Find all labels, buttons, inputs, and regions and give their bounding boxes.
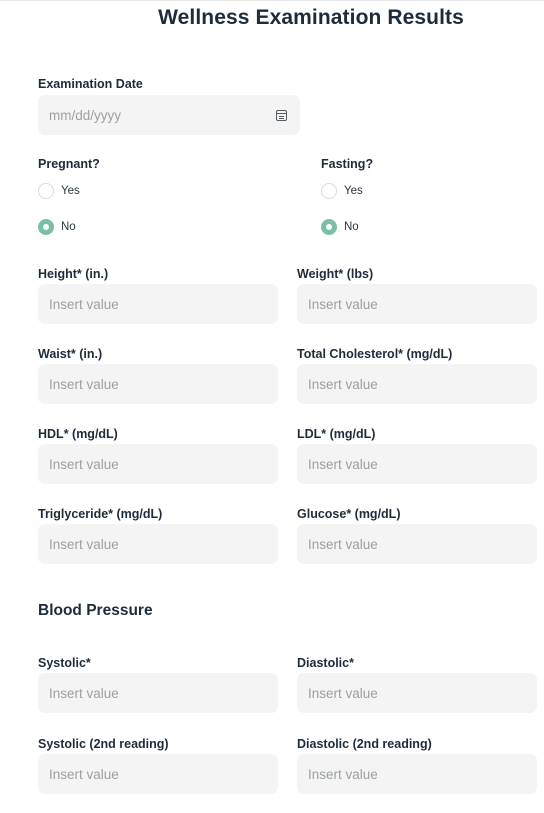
pregnant-label: Pregnant?: [38, 157, 100, 171]
top-divider: [0, 0, 544, 1]
page-title: Wellness Examination Results: [158, 6, 464, 29]
glucose-label: Glucose* (mg/dL): [297, 507, 401, 521]
triglyceride-label: Triglyceride* (mg/dL): [38, 507, 163, 521]
height-input[interactable]: [38, 284, 278, 324]
diastolic-label: Diastolic*: [297, 656, 354, 670]
total-cholesterol-label: Total Cholesterol* (mg/dL): [297, 347, 453, 361]
hdl-input[interactable]: [38, 444, 278, 484]
systolic-label: Systolic*: [38, 656, 91, 670]
pregnant-no-radio[interactable]: [38, 219, 54, 235]
total-cholesterol-input[interactable]: [297, 364, 537, 404]
waist-input[interactable]: [38, 364, 278, 404]
diastolic-2nd-input[interactable]: [297, 754, 537, 794]
pregnant-no-label[interactable]: No: [61, 221, 76, 233]
calendar-icon[interactable]: [276, 110, 287, 121]
hdl-label: HDL* (mg/dL): [38, 427, 118, 441]
weight-label: Weight* (lbs): [297, 267, 374, 281]
ldl-input[interactable]: [297, 444, 537, 484]
fasting-no-radio[interactable]: [321, 219, 337, 235]
glucose-input[interactable]: [297, 524, 537, 564]
height-label: Height* (in.): [38, 267, 109, 281]
diastolic-2nd-label: Diastolic (2nd reading): [297, 737, 432, 751]
pregnant-yes-label[interactable]: Yes: [61, 185, 80, 197]
systolic-2nd-input[interactable]: [38, 754, 278, 794]
fasting-label: Fasting?: [321, 157, 374, 171]
waist-label: Waist* (in.): [38, 347, 103, 361]
systolic-input[interactable]: [38, 673, 278, 713]
triglyceride-input[interactable]: [38, 524, 278, 564]
systolic-2nd-label: Systolic (2nd reading): [38, 737, 169, 751]
diastolic-input[interactable]: [297, 673, 537, 713]
examination-date-label: Examination Date: [38, 77, 143, 91]
fasting-yes-label[interactable]: Yes: [344, 185, 363, 197]
weight-input[interactable]: [297, 284, 537, 324]
ldl-label: LDL* (mg/dL): [297, 427, 376, 441]
fasting-yes-radio[interactable]: [321, 183, 337, 199]
fasting-no-label[interactable]: No: [344, 221, 359, 233]
blood-pressure-heading: Blood Pressure: [38, 602, 153, 619]
pregnant-yes-radio[interactable]: [38, 183, 54, 199]
examination-date-input[interactable]: [38, 95, 300, 135]
